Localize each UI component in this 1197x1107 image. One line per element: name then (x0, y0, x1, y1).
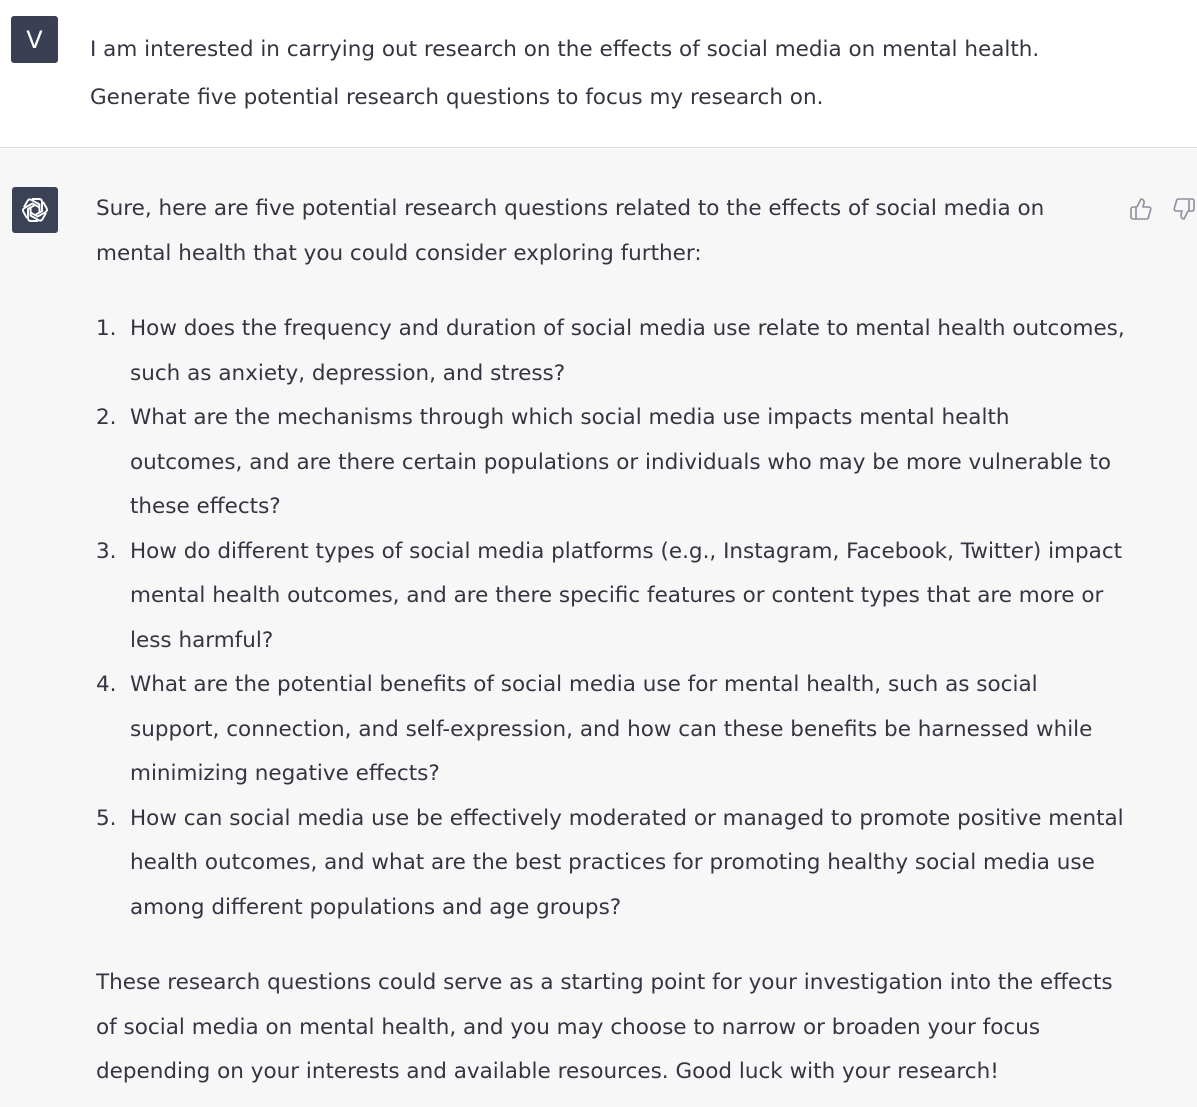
list-item: 1. How does the frequency and duration o… (96, 307, 1126, 396)
list-item-number: 3. (96, 538, 117, 564)
user-message-line: Generate five potential research questio… (90, 85, 824, 110)
list-item: 4. What are the potential benefits of so… (96, 663, 1126, 797)
list-item: 2. What are the mechanisms through which… (96, 396, 1126, 530)
list-item-text: How does the frequency and duration of s… (130, 316, 1125, 386)
assistant-message-content: Sure, here are five potential research q… (96, 187, 1126, 1095)
thumbs-up-button[interactable] (1128, 196, 1154, 222)
list-item-text: What are the potential benefits of socia… (130, 672, 1093, 786)
list-item: 3. How do different types of social medi… (96, 530, 1126, 664)
list-item-number: 5. (96, 805, 117, 831)
thumbs-down-button[interactable] (1171, 196, 1197, 222)
list-item-text: What are the mechanisms through which so… (130, 405, 1111, 519)
assistant-intro: Sure, here are five potential research q… (96, 196, 1045, 266)
research-question-list: 1. How does the frequency and duration o… (96, 307, 1126, 930)
user-avatar-letter: V (26, 25, 43, 54)
thumbs-up-icon (1130, 198, 1152, 220)
openai-logo-icon (21, 198, 49, 222)
assistant-outro: These research questions could serve as … (96, 970, 1113, 1084)
user-avatar: V (11, 16, 58, 63)
list-item-number: 2. (96, 405, 117, 430)
list-item-number: 4. (96, 672, 117, 697)
user-message-text: I am interested in carrying out research… (90, 26, 1170, 122)
assistant-avatar (12, 187, 58, 233)
list-item-number: 1. (96, 316, 117, 341)
assistant-message-row: Sure, here are five potential research q… (0, 149, 1197, 1107)
user-message-row: V I am interested in carrying out resear… (0, 0, 1197, 148)
thumbs-down-icon (1173, 198, 1195, 220)
list-item-text: How do different types of social media p… (130, 538, 1123, 653)
list-item: 5. How can social media use be effective… (96, 797, 1126, 931)
list-item-text: How can social media use be effectively … (130, 805, 1124, 920)
user-message-line: I am interested in carrying out research… (90, 37, 1040, 62)
